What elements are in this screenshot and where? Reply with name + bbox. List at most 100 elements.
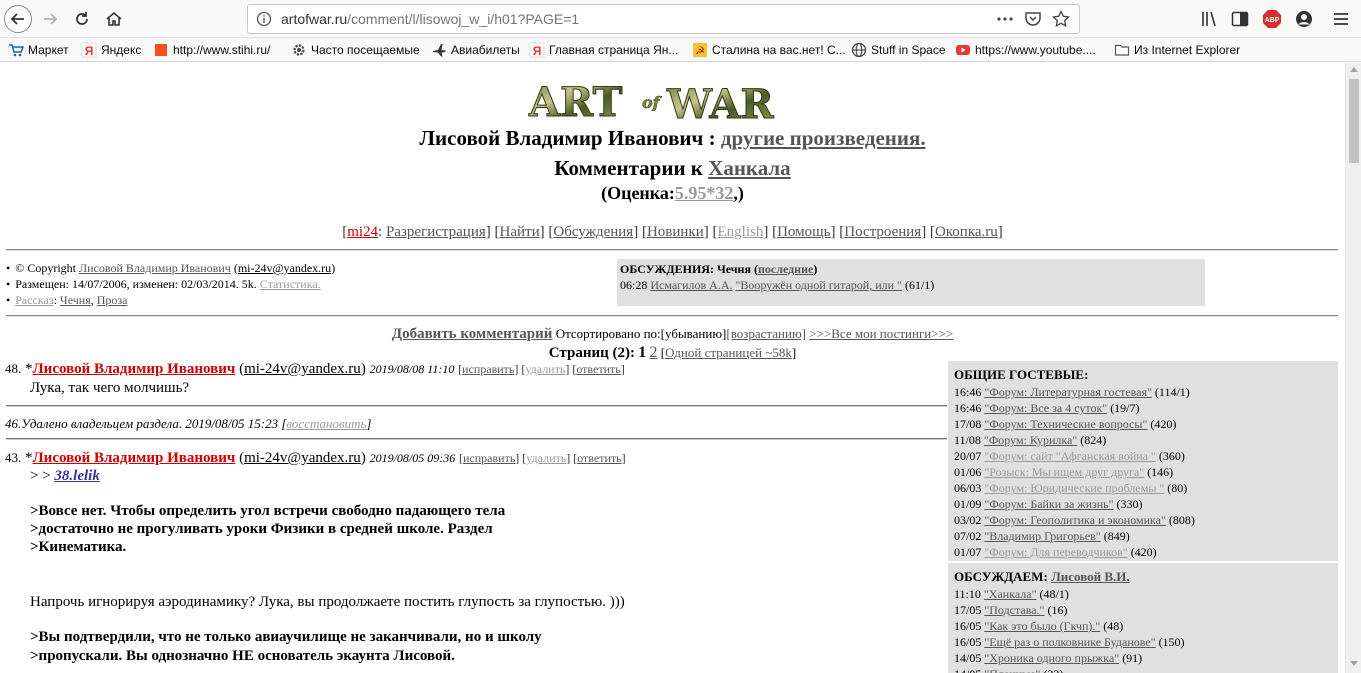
scroll-thumb[interactable] <box>1349 79 1359 163</box>
restore-link[interactable]: восстановить <box>286 416 366 431</box>
edit-link[interactable]: исправить <box>462 362 514 376</box>
adblock-icon[interactable]: ABP <box>1262 9 1282 29</box>
item-link[interactable]: "Форум: Технические вопросы" <box>984 417 1147 431</box>
browser-toolbar: artofwar.ru/comment/l/lisowoj_w_i/h01?PA… <box>0 0 1361 38</box>
author-email-link[interactable]: mi-24v@yandex.ru <box>238 261 331 275</box>
pocket-icon[interactable] <box>1024 10 1042 28</box>
discussion-topic-link[interactable]: "Вооружён одной гитарой, или " <box>736 278 902 292</box>
comment-author-link[interactable]: Лисовой Владимир Иванович <box>33 450 236 466</box>
page-2-link[interactable]: 2 <box>650 344 658 361</box>
other-works-link[interactable]: другие произведения. <box>721 126 926 150</box>
work-title-link[interactable]: Ханкала <box>708 156 791 180</box>
quoted-comment-link[interactable]: 38.lelik <box>54 468 99 484</box>
nav-formations-link[interactable]: Построения <box>844 224 921 240</box>
delete-link[interactable]: удалить <box>526 451 566 465</box>
url-bar[interactable]: artofwar.ru/comment/l/lisowoj_w_i/h01?PA… <box>247 4 1080 34</box>
bookmark-market[interactable]: Маркет <box>8 42 69 58</box>
vertical-scrollbar[interactable] <box>1345 63 1361 673</box>
item-link[interactable]: "Форум: Литературная гостевая" <box>984 385 1152 399</box>
item-link[interactable]: "Ещё раз о полковнике Буданове" <box>984 635 1155 649</box>
item-link[interactable]: "Форум: Все за 4 суток" <box>984 401 1107 415</box>
item-link[interactable]: "Розыск: Мы ищем друг друга" <box>984 465 1144 479</box>
item-link[interactable]: "Подстава." <box>984 603 1044 617</box>
scroll-down-arrow-icon[interactable] <box>1350 661 1358 666</box>
author-link[interactable]: Лисовой Владимир Иванович <box>79 261 231 275</box>
scroll-up-arrow-icon[interactable] <box>1350 67 1358 72</box>
bookmark-stihi[interactable]: http://www.stihi.ru/ <box>153 42 270 58</box>
bookmark-yandex[interactable]: Я Яндекс <box>81 42 141 58</box>
nav-okopka-link[interactable]: Окопка.ru <box>935 224 998 240</box>
quote-line: >Кинематика. <box>30 539 127 555</box>
tag-chechnya-link[interactable]: Чечня <box>60 293 91 307</box>
reload-button[interactable] <box>68 5 96 33</box>
quote-line: >пропускали. Вы однозначно НЕ основатель… <box>30 648 455 664</box>
comments-to-label: Комментарии к <box>554 156 703 180</box>
nav-help-link[interactable]: Помощь <box>777 224 830 240</box>
bookmark-star-icon[interactable] <box>1052 10 1070 28</box>
arrow-left-icon <box>10 13 24 25</box>
reply-link[interactable]: ответить <box>576 362 620 376</box>
nav-discussions-link[interactable]: Обсуждения <box>553 224 633 240</box>
nav-english-link[interactable]: English <box>718 224 764 240</box>
library-icon[interactable] <box>1200 9 1220 29</box>
art-of-war-logo[interactable]: ART of WAR <box>527 80 815 122</box>
url-text[interactable]: artofwar.ru/comment/l/lisowoj_w_i/h01?PA… <box>281 11 579 27</box>
statistics-link[interactable]: Статистика. <box>260 277 321 291</box>
page-actions-icon[interactable] <box>996 10 1014 28</box>
item-link[interactable]: "Как это было (Гкчп)." <box>984 619 1100 633</box>
tag-prose-link[interactable]: Проза <box>97 293 128 307</box>
item-link[interactable]: "Ханкала" <box>984 587 1037 601</box>
forward-button[interactable] <box>36 5 64 33</box>
comment-email-link[interactable]: mi-24v@yandex.ru <box>244 450 361 466</box>
bookmark-folder-ie[interactable]: Из Internet Explorer <box>1114 42 1240 58</box>
genre-line: Рассказ: Чечня, Проза <box>6 292 335 308</box>
bookmark-youtube[interactable]: https://www.youtube.... <box>955 42 1096 58</box>
add-comment-link[interactable]: Добавить комментарий <box>392 326 553 342</box>
bookmark-frequent[interactable]: Часто посещаемые <box>291 42 420 58</box>
discussion-author-link[interactable]: Исмагилов А.А. <box>650 278 732 292</box>
hamburger-menu-icon[interactable] <box>1331 9 1351 29</box>
item-time: 14/05 <box>954 667 981 673</box>
sort-asc-link[interactable]: [возрастанию] <box>726 326 806 341</box>
delete-link[interactable]: удалить <box>525 362 565 376</box>
item-link[interactable]: "Форум: Курилка" <box>984 433 1077 447</box>
item-count: (150) <box>1158 635 1185 649</box>
item-link[interactable]: "Форум: сайт "Афганская война " <box>984 449 1155 463</box>
sidebar-icon[interactable] <box>1230 9 1250 29</box>
item-count: (808) <box>1168 513 1195 527</box>
latest-link[interactable]: последние <box>758 262 813 276</box>
nav-search-link[interactable]: Найти <box>500 224 540 240</box>
quote-line: >Вы подтвердили, что не только авиаучили… <box>30 629 542 645</box>
item-link[interactable]: "Форум: Для переводчиков" <box>984 545 1127 559</box>
item-link[interactable]: "Форум: Юридические проблемы " <box>984 481 1164 495</box>
bookmarks-bar: Маркет Я Яндекс http://www.stihi.ru/ Час… <box>0 38 1361 62</box>
genre-link[interactable]: Рассказ <box>15 293 53 307</box>
edit-link[interactable]: исправить <box>463 451 515 465</box>
nav-user-link[interactable]: mi24 <box>347 224 378 240</box>
item-count: (91) <box>1122 651 1143 665</box>
svg-text:of: of <box>642 93 663 112</box>
nav-new-link[interactable]: Новинки <box>647 224 704 240</box>
comment-author-link[interactable]: Лисовой Владимир Иванович <box>33 361 236 377</box>
bookmark-stuff-in-space[interactable]: Stuff in Space <box>851 42 946 58</box>
all-posts-link[interactable]: >>>Все мои постинги>>> <box>809 326 953 341</box>
comment-email-link[interactable]: mi-24v@yandex.ru <box>244 361 361 377</box>
nav-unregister-link[interactable]: Разрегистрация <box>386 224 486 240</box>
item-link[interactable]: "Пленные" <box>984 667 1040 673</box>
bookmark-flights[interactable]: Авиабилеты <box>431 42 520 58</box>
item-link[interactable]: "Хроника одного прыжка" <box>984 651 1119 665</box>
author-discussions-link[interactable]: Лисовой В.И. <box>1051 569 1130 584</box>
item-link[interactable]: "Форум: Геополитика и экономика" <box>984 513 1166 527</box>
bookmark-yandex-home[interactable]: Я Главная страница Ян... <box>529 42 678 58</box>
item-link[interactable]: "Форум: Байки за жизнь" <box>984 497 1113 511</box>
comment-divider <box>6 405 947 407</box>
rating-link[interactable]: 5.95*32 <box>675 183 734 203</box>
one-page-link[interactable]: Одной страницей ~58k <box>665 345 792 360</box>
info-icon[interactable] <box>256 11 272 27</box>
reply-link[interactable]: ответить <box>577 451 621 465</box>
item-link[interactable]: "Владимир Григорьев" <box>984 529 1100 543</box>
home-button[interactable] <box>100 5 128 33</box>
bookmark-stalin[interactable]: ☭ Сталина на вас.нет! С... <box>692 42 846 58</box>
account-icon[interactable] <box>1294 9 1314 29</box>
back-button[interactable] <box>4 5 32 33</box>
